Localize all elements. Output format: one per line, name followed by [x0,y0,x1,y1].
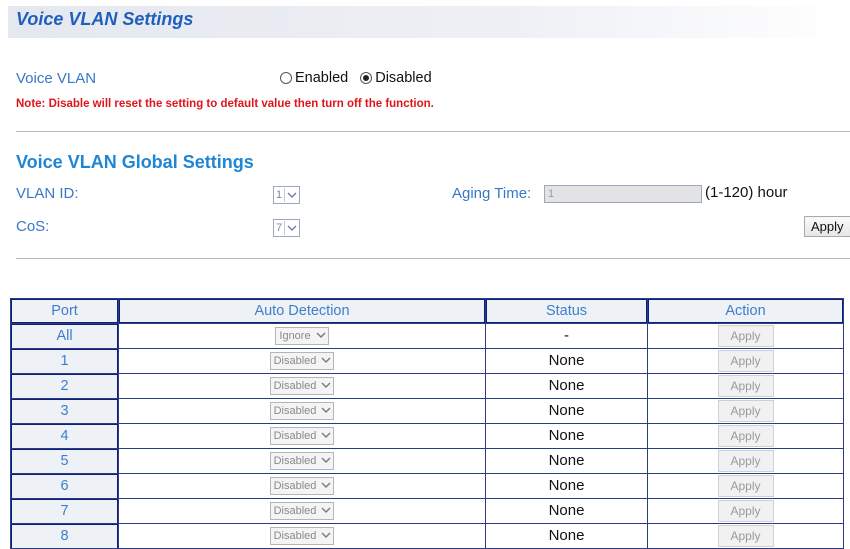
auto-detection-value: Disabled [273,404,317,417]
port-table: Port Auto Detection Status Action All Ign… [10,298,844,549]
chevron-down-icon [319,529,333,543]
auto-detection-value: Disabled [273,529,317,542]
chevron-down-icon [319,479,333,493]
row-apply-button[interactable]: Apply [717,400,774,422]
header-status: Status [487,300,646,322]
table-row: 5 Disabled None Apply [10,448,844,474]
aging-time-label: Aging Time: [452,185,532,202]
auto-detection-value: Disabled [273,454,317,467]
divider-bottom [16,258,850,259]
voice-vlan-radio-group: Enabled Disabled [280,70,444,86]
table-row: 7 Disabled None Apply [10,498,844,524]
chevron-down-icon [319,504,333,518]
auto-detection-select[interactable]: Disabled [269,426,335,445]
auto-detection-select[interactable]: Disabled [269,501,335,520]
row-apply-button[interactable]: Apply [717,450,774,472]
chevron-down-icon [319,454,333,468]
status-cell: None [548,427,585,444]
chevron-down-icon [319,429,333,443]
status-cell: None [548,452,585,469]
port-cell: 4 [12,424,117,448]
status-cell: None [548,527,585,544]
disable-note: Note: Disable will reset the setting to … [16,98,434,110]
disabled-radio[interactable] [360,72,373,84]
table-row: 2 Disabled None Apply [10,373,844,399]
enabled-radio-label[interactable]: Enabled [295,70,348,86]
aging-time-unit: (1-120) hour [705,184,788,201]
header-port: Port [12,300,117,322]
row-apply-button[interactable]: Apply [717,425,774,447]
chevron-down-icon [319,354,333,368]
row-apply-button[interactable]: Apply [717,325,774,347]
auto-detection-value: Disabled [273,479,317,492]
table-row: 8 Disabled None Apply [10,523,844,549]
table-row: 4 Disabled None Apply [10,423,844,449]
auto-detection-value: Disabled [273,354,317,367]
port-cell: 2 [12,374,117,398]
auto-detection-value: Disabled [273,379,317,392]
chevron-down-icon [284,188,299,202]
page-title: Voice VLAN Settings [16,9,194,29]
table-row: 1 Disabled None Apply [10,348,844,374]
auto-detection-select[interactable]: Disabled [269,351,335,370]
table-header-row: Port Auto Detection Status Action [10,298,844,324]
table-row: All Ignore - Apply [10,323,844,349]
port-cell: 8 [12,524,117,548]
port-cell: 3 [12,399,117,423]
chevron-down-icon [314,329,328,343]
aging-time-input[interactable]: 1 [544,185,702,203]
enabled-radio[interactable] [280,72,292,84]
vlan-id-select[interactable]: 1 [273,186,301,204]
status-cell: None [548,502,585,519]
row-apply-button[interactable]: Apply [717,350,774,372]
row-apply-button[interactable]: Apply [717,500,774,522]
status-cell: - [564,327,569,344]
cos-label: CoS: [16,218,50,235]
header-auto-detection: Auto Detection [120,300,484,322]
auto-detection-select[interactable]: Disabled [269,526,335,545]
status-cell: None [548,352,585,369]
global-apply-button[interactable]: Apply [804,216,850,237]
auto-detection-value: Disabled [273,429,317,442]
auto-detection-select[interactable]: Ignore [275,326,329,345]
status-cell: None [548,377,585,394]
header-action: Action [649,300,842,322]
auto-detection-select[interactable]: Disabled [269,401,335,420]
divider-top [16,131,850,132]
auto-detection-select[interactable]: Disabled [269,451,335,470]
auto-detection-select[interactable]: Disabled [269,376,335,395]
port-table-body: All Ignore - Apply 1 Disabled None Apply 2 Disabl… [10,323,844,549]
chevron-down-icon [319,404,333,418]
auto-detection-value: Disabled [273,504,317,517]
auto-detection-value: Ignore [279,329,311,342]
status-cell: None [548,402,585,419]
section-title-global: Voice VLAN Global Settings [16,152,254,172]
status-cell: None [548,477,585,494]
port-cell: 5 [12,449,117,473]
port-cell: 7 [12,499,117,523]
row-apply-button[interactable]: Apply [717,375,774,397]
port-cell: 6 [12,474,117,498]
cos-value: 7 [276,222,283,234]
port-cell: All [12,324,117,348]
chevron-down-icon [319,379,333,393]
voice-vlan-label: Voice VLAN [16,70,97,87]
vlan-id-value: 1 [276,189,283,201]
auto-detection-select[interactable]: Disabled [269,476,335,495]
vlan-id-label: VLAN ID: [16,185,79,202]
row-apply-button[interactable]: Apply [717,475,774,497]
table-row: 6 Disabled None Apply [10,473,844,499]
cos-select[interactable]: 7 [273,219,301,237]
chevron-down-icon [284,221,299,235]
table-row: 3 Disabled None Apply [10,398,844,424]
port-cell: 1 [12,349,117,373]
disabled-radio-label[interactable]: Disabled [375,70,431,86]
